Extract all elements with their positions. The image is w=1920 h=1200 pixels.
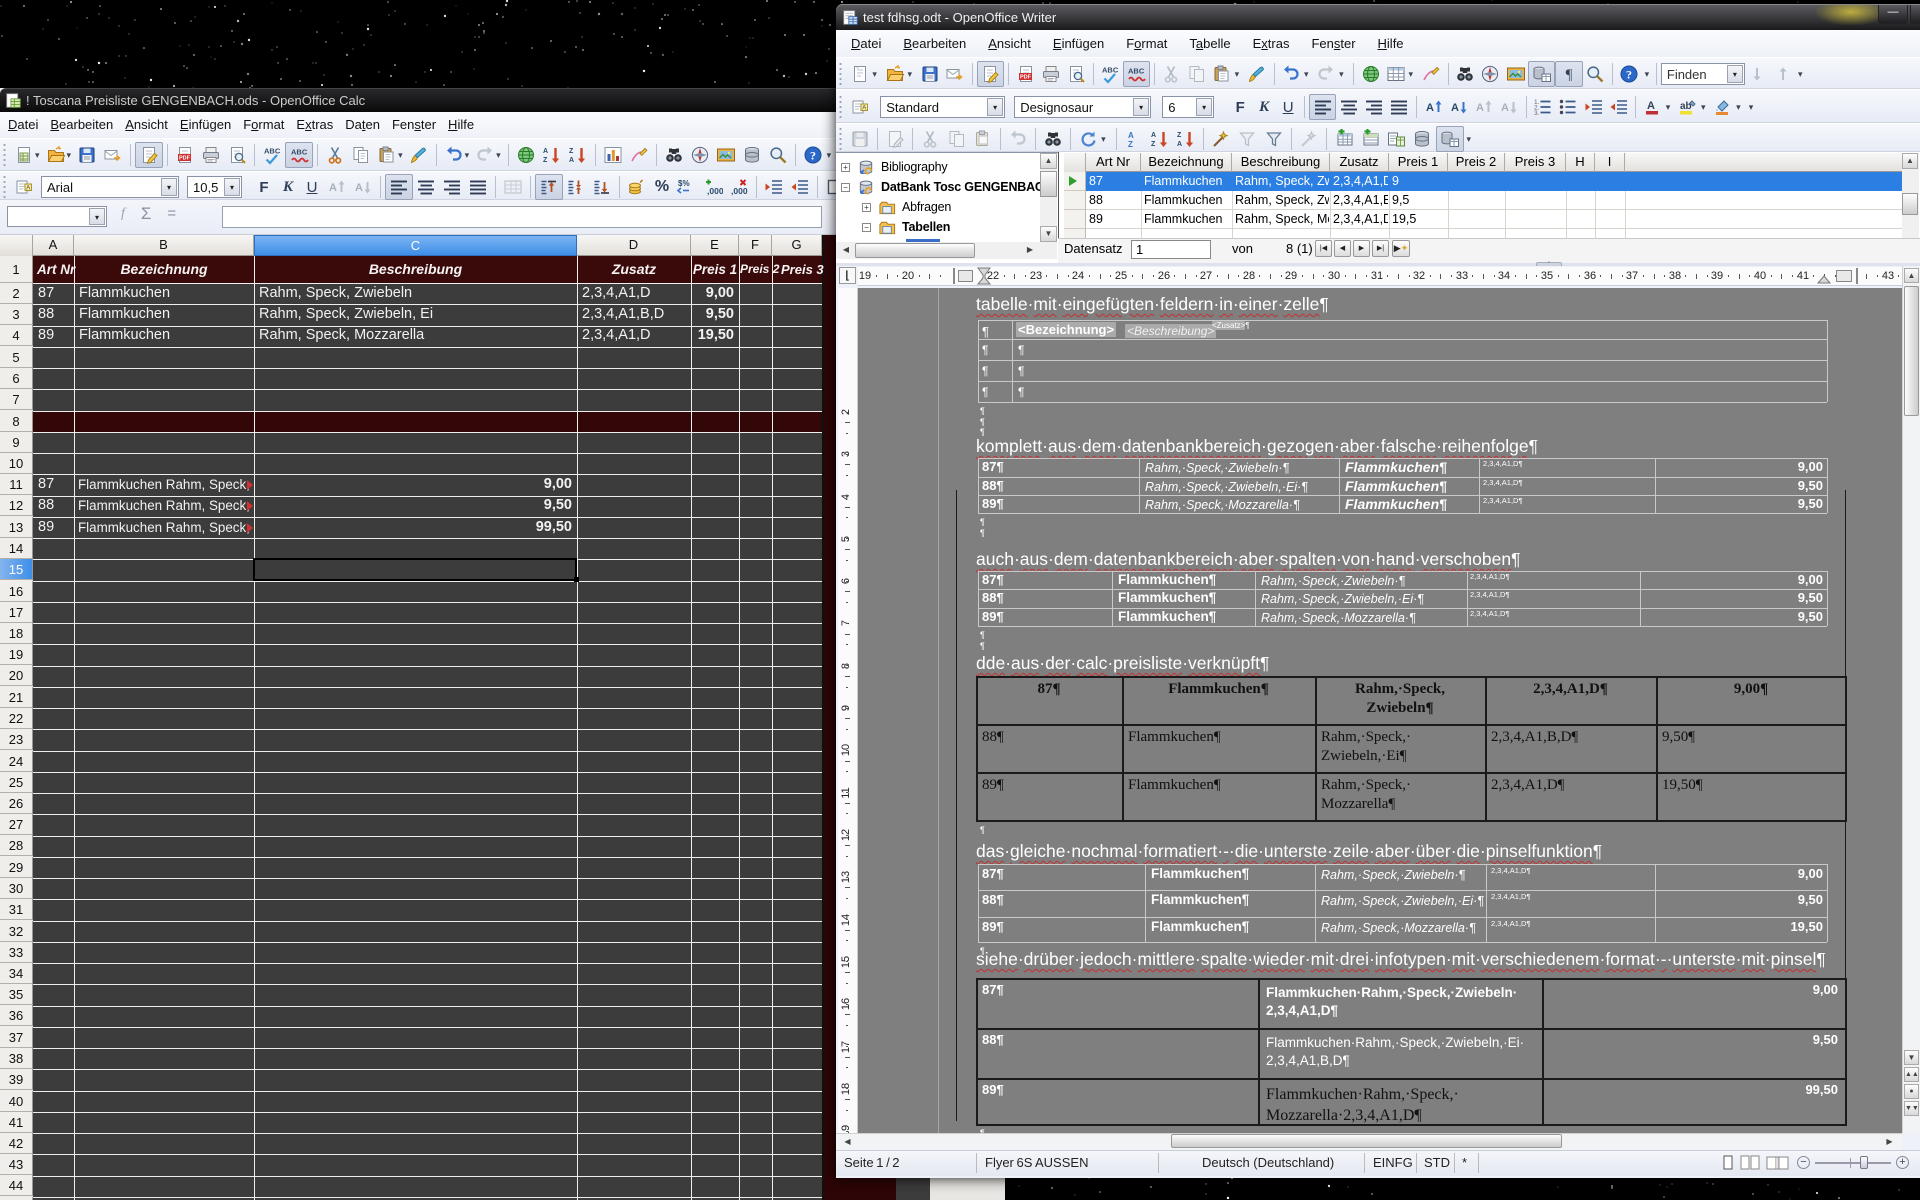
svg-text:A: A [1476, 102, 1484, 114]
svg-text:3.: 3. [1534, 110, 1540, 117]
svg-text:ABC: ABC [291, 148, 308, 157]
svg-text:,000: ,000 [707, 186, 723, 196]
svg-text:PDF: PDF [179, 156, 191, 162]
svg-text:A: A [329, 182, 337, 194]
svg-text:Z: Z [569, 148, 574, 155]
svg-text:A: A [26, 185, 30, 191]
svg-text:ABC: ABC [264, 147, 281, 156]
svg-text:A: A [1177, 141, 1182, 148]
svg-text:A: A [1451, 102, 1459, 114]
svg-text:$%: $% [678, 179, 690, 188]
svg-text:A: A [1647, 100, 1655, 112]
svg-text:Z: Z [1128, 140, 1133, 149]
svg-text:A: A [1128, 131, 1134, 140]
svg-text:A: A [1426, 102, 1434, 114]
svg-text:Z: Z [543, 157, 548, 164]
svg-text:,000: ,000 [731, 186, 748, 196]
svg-text:?: ? [1626, 68, 1632, 82]
svg-text:A: A [355, 182, 363, 194]
svg-text:A: A [569, 157, 574, 164]
svg-text:A: A [543, 148, 548, 155]
svg-text:ABC: ABC [1128, 67, 1145, 76]
svg-text:¶: ¶ [1566, 67, 1573, 83]
svg-text:?: ? [810, 149, 816, 163]
svg-text:Z: Z [1177, 132, 1182, 139]
svg-text:ABC: ABC [1102, 66, 1119, 75]
svg-text:A: A [1501, 102, 1509, 114]
svg-text:A: A [1151, 132, 1156, 139]
svg-text:Z: Z [1151, 141, 1156, 148]
